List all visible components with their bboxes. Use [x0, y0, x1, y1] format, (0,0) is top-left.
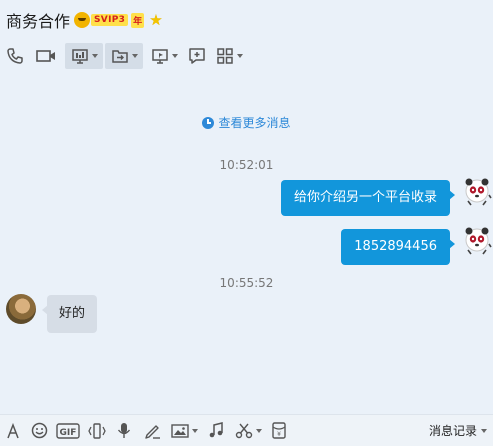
- shake-icon: [88, 422, 106, 439]
- view-more-label: 查看更多消息: [218, 116, 291, 130]
- image-button[interactable]: [166, 415, 202, 446]
- apps-grid-button[interactable]: [212, 43, 246, 69]
- handwrite-icon: [144, 425, 160, 439]
- chevron-down-icon: [481, 428, 487, 433]
- panda-avatar-icon[interactable]: [462, 226, 492, 256]
- message-timestamp: 10:55:52: [219, 276, 274, 290]
- chat-header: 商务合作 SVIP3 年 ★: [6, 8, 163, 32]
- send-file-icon: [111, 50, 128, 63]
- music-button[interactable]: [202, 415, 230, 446]
- shake-button[interactable]: [84, 415, 110, 446]
- svip-badge[interactable]: SVIP3 年: [74, 12, 145, 28]
- remote-desktop-icon: [151, 49, 168, 64]
- message-history-button[interactable]: 消息记录: [429, 415, 487, 446]
- chat-toolbar: [0, 42, 246, 70]
- red-packet-button[interactable]: ¥: [266, 415, 292, 446]
- svg-text:¥: ¥: [277, 431, 281, 438]
- remote-desktop-button[interactable]: [146, 43, 182, 69]
- view-more-messages-link[interactable]: 查看更多消息: [0, 114, 493, 131]
- clock-icon: [202, 116, 215, 129]
- panda-avatar-icon[interactable]: [462, 177, 492, 207]
- incoming-message[interactable]: 好的: [41, 295, 98, 333]
- screenshot-button[interactable]: [230, 415, 266, 446]
- gif-button[interactable]: GIF: [52, 415, 84, 446]
- chevron-down-icon: [91, 54, 98, 58]
- screen-share-icon: [71, 49, 88, 64]
- emoji-icon: [31, 422, 47, 439]
- voice-icon: [117, 423, 131, 438]
- chevron-down-icon: [236, 54, 243, 58]
- gif-icon: GIF: [56, 422, 80, 439]
- emoji-button[interactable]: [26, 415, 52, 446]
- voice-button[interactable]: [110, 415, 138, 446]
- outgoing-message[interactable]: 1852894456: [341, 229, 455, 265]
- chevron-down-icon: [171, 54, 178, 58]
- add-app-icon: [189, 48, 205, 64]
- screen-share-button[interactable]: [65, 43, 103, 69]
- add-app-button[interactable]: [182, 43, 212, 69]
- chevron-down-icon: [131, 54, 138, 58]
- red-packet-icon: ¥: [272, 422, 286, 439]
- font-button[interactable]: [0, 415, 26, 446]
- chevron-down-icon: [191, 428, 198, 433]
- apps-grid-icon: [216, 48, 233, 64]
- svg-text:GIF: GIF: [60, 428, 77, 438]
- vip-face-icon: [74, 12, 91, 28]
- message-timestamp: 10:52:01: [219, 158, 274, 172]
- music-icon: [209, 422, 223, 438]
- handwrite-button[interactable]: [138, 415, 166, 446]
- video-icon: [36, 50, 55, 62]
- image-icon: [170, 423, 189, 438]
- contact-avatar[interactable]: [6, 294, 36, 324]
- star-icon[interactable]: ★: [149, 12, 162, 28]
- video-call-button[interactable]: [30, 43, 62, 69]
- vip-level-label: SVIP3: [91, 14, 129, 26]
- input-toolbar: GIF ¥ 消息记录: [0, 414, 493, 446]
- vip-year-label: 年: [131, 12, 145, 28]
- chevron-down-icon: [255, 428, 262, 433]
- send-file-button[interactable]: [105, 43, 143, 69]
- screenshot-icon: [235, 423, 252, 439]
- phone-button[interactable]: [0, 43, 30, 69]
- font-icon: [7, 422, 19, 438]
- contact-name[interactable]: 商务合作: [6, 8, 70, 32]
- phone-icon: [7, 48, 23, 64]
- message-history-label: 消息记录: [428, 424, 477, 438]
- outgoing-message[interactable]: 给你介绍另一个平台收录: [280, 180, 456, 216]
